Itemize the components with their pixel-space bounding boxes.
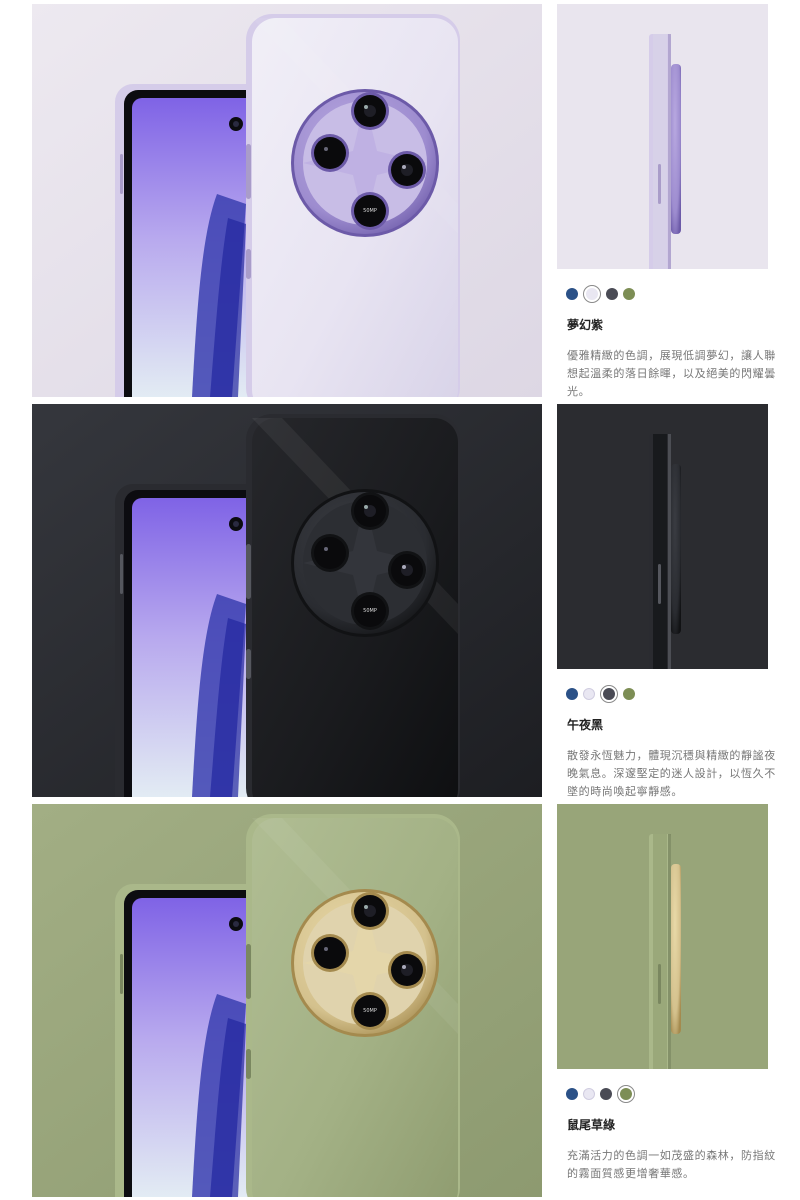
- camera-module: 50MP: [291, 489, 439, 637]
- color-swatch[interactable]: [606, 288, 618, 300]
- volume-button: [246, 544, 251, 599]
- camera-lens: [351, 92, 389, 130]
- power-button: [246, 249, 251, 279]
- color-description: 充滿活力的色調一如茂盛的森林，防指紋的霧面質感更增奢華感。: [567, 1149, 776, 1180]
- side-button: [658, 964, 661, 1004]
- phone-hero-illustration: 50MP: [32, 804, 542, 1197]
- camera-lens: 50MP: [351, 992, 389, 1030]
- phone-side-illustration: [557, 404, 768, 669]
- phone-hero-illustration: 50MP: [32, 4, 542, 397]
- phone-side-illustration: [557, 4, 768, 269]
- color-swatch[interactable]: [623, 288, 635, 300]
- color-swatch[interactable]: [600, 685, 618, 703]
- hero-image: 50MP: [32, 404, 542, 797]
- hero-image: 50MP: [32, 4, 542, 397]
- side-button: [658, 164, 661, 204]
- phone-back: 50MP: [246, 814, 460, 1197]
- phone-side-profile: [649, 34, 681, 269]
- color-swatches: [566, 284, 635, 304]
- color-description: 散發永恆魅力，體現沉穩與精緻的靜謐夜晚氣息。深邃堅定的迷人設計，以恆久不墜的時尚…: [567, 749, 776, 798]
- volume-button: [246, 144, 251, 199]
- lens-label: 50MP: [363, 1008, 377, 1014]
- side-image: [557, 4, 768, 269]
- phone-back: 50MP: [246, 414, 460, 797]
- color-swatch[interactable]: [566, 288, 578, 300]
- color-swatch[interactable]: [617, 1085, 635, 1103]
- phone-side-profile: [649, 834, 681, 1069]
- camera-lens: [388, 951, 426, 989]
- color-swatch[interactable]: [566, 688, 578, 700]
- camera-lens: [388, 151, 426, 189]
- camera-module: 50MP: [291, 89, 439, 237]
- camera-lens: [388, 551, 426, 589]
- side-button: [120, 954, 123, 994]
- camera-lens: 50MP: [351, 592, 389, 630]
- color-section: 50MP 夢幻紫優雅精緻的色調，展現低調夢幻，讓人聯想起溫柔的落日餘暉，以及絕美…: [0, 0, 800, 400]
- side-image: [557, 804, 768, 1069]
- camera-lens: [351, 892, 389, 930]
- lens-label: 50MP: [363, 208, 377, 214]
- camera-lens: [311, 934, 349, 972]
- hero-image: 50MP: [32, 804, 542, 1197]
- color-swatches: [566, 1084, 635, 1104]
- power-button: [246, 649, 251, 679]
- camera-bump-profile: [671, 64, 681, 234]
- phone-side-profile: [649, 434, 681, 669]
- color-swatch[interactable]: [583, 688, 595, 700]
- side-button: [120, 554, 123, 594]
- camera-bump-profile: [671, 464, 681, 634]
- color-section: 50MP 鼠尾草綠充滿活力的色調一如茂盛的森林，防指紋的霧面質感更增奢華感。: [0, 800, 800, 1200]
- camera-lens: [351, 492, 389, 530]
- phone-side-illustration: [557, 804, 768, 1069]
- color-swatches: [566, 684, 635, 704]
- color-swatch[interactable]: [583, 285, 601, 303]
- camera-module: 50MP: [291, 889, 439, 1037]
- camera-lens: [311, 134, 349, 172]
- color-swatch[interactable]: [566, 1088, 578, 1100]
- camera-bump-profile: [671, 864, 681, 1034]
- color-swatch[interactable]: [600, 1088, 612, 1100]
- color-swatch[interactable]: [623, 688, 635, 700]
- lens-label: 50MP: [363, 608, 377, 614]
- color-name: 鼠尾草綠: [567, 1118, 616, 1132]
- power-button: [246, 1049, 251, 1079]
- phone-back: 50MP: [246, 14, 460, 397]
- color-name: 午夜黑: [567, 718, 604, 732]
- volume-button: [246, 944, 251, 999]
- color-section: 50MP 午夜黑散發永恆魅力，體現沉穩與精緻的靜謐夜晚氣息。深邃堅定的迷人設計，…: [0, 400, 800, 800]
- side-button: [658, 564, 661, 604]
- color-description: 優雅精緻的色調，展現低調夢幻，讓人聯想起溫柔的落日餘暉，以及絕美的閃耀曇光。: [567, 349, 776, 398]
- camera-lens: [311, 534, 349, 572]
- side-button: [120, 154, 123, 194]
- side-image: [557, 404, 768, 669]
- camera-lens: 50MP: [351, 192, 389, 230]
- color-swatch[interactable]: [583, 1088, 595, 1100]
- phone-hero-illustration: 50MP: [32, 404, 542, 797]
- color-name: 夢幻紫: [567, 318, 604, 332]
